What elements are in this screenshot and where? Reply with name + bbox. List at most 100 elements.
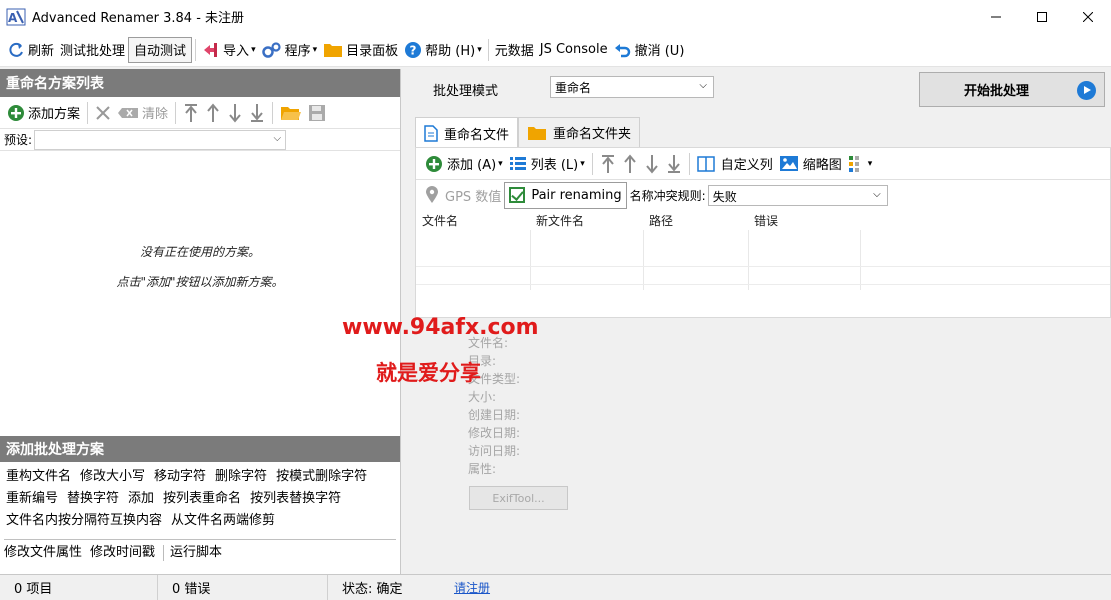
method-link[interactable]: 运行脚本 bbox=[170, 542, 222, 564]
clear-label: 清除 bbox=[142, 107, 169, 122]
add-method-button[interactable]: 添加方案 bbox=[4, 103, 83, 122]
method-link[interactable]: 替换字符 bbox=[67, 491, 119, 506]
image-icon bbox=[779, 156, 798, 171]
methods-toolbar: 添加方案 清除 bbox=[0, 97, 400, 129]
column-divider bbox=[748, 230, 749, 290]
preset-row: 预设: ⌵ bbox=[0, 129, 400, 151]
move-bottom-button[interactable] bbox=[246, 103, 268, 123]
method-link[interactable]: 按列表重命名 bbox=[163, 491, 241, 506]
method-link[interactable]: 删除字符 bbox=[215, 469, 267, 484]
save-preset-button[interactable] bbox=[305, 104, 329, 122]
method-link[interactable]: 重新编号 bbox=[6, 491, 58, 506]
import-label: 导入 bbox=[223, 44, 250, 59]
conflict-rule-dropdown[interactable]: 失败 ⌵ bbox=[707, 184, 888, 206]
js-console-label: JS Console bbox=[539, 42, 608, 57]
custom-columns-button[interactable]: 自定义列 bbox=[694, 154, 776, 173]
thumbnails-button[interactable]: 缩略图 bbox=[776, 154, 845, 173]
gps-values-label: GPS 数值 bbox=[445, 189, 502, 205]
status-state: 状态: 确定 bbox=[342, 582, 403, 597]
pair-renaming-toggle[interactable]: Pair renaming bbox=[504, 181, 627, 209]
method-link[interactable]: 修改时间戳 bbox=[90, 542, 155, 564]
undo-label: 撤消 (U) bbox=[634, 44, 685, 59]
help-button[interactable]: ? 帮助 (H) ▾ bbox=[401, 37, 485, 63]
batch-mode-dropdown[interactable]: 重命名 ⌵ bbox=[550, 76, 714, 98]
conflict-rule-label: 名称冲突规则: bbox=[629, 188, 706, 203]
info-modified-label: 修改日期: bbox=[468, 426, 521, 440]
undo-button[interactable]: 撤消 (U) bbox=[611, 37, 688, 63]
arrow-up-icon bbox=[623, 153, 636, 173]
files-move-up-button[interactable] bbox=[619, 153, 641, 174]
preset-dropdown[interactable]: ⌵ bbox=[34, 129, 287, 150]
row-divider bbox=[416, 284, 1110, 285]
close-button[interactable] bbox=[1065, 0, 1111, 33]
dropdown-arrow-icon: ▾ bbox=[251, 44, 256, 55]
files-move-down-button[interactable] bbox=[641, 154, 663, 174]
folder-icon bbox=[324, 44, 343, 57]
method-link[interactable]: 移动字符 bbox=[154, 469, 206, 484]
location-pin-icon bbox=[426, 186, 438, 203]
metadata-button[interactable]: 元数据 bbox=[492, 37, 537, 63]
start-batch-button[interactable]: 开始批处理 bbox=[919, 72, 1105, 107]
column-header-error[interactable]: 错误 bbox=[748, 212, 860, 229]
files-move-top-button[interactable] bbox=[597, 154, 619, 174]
tab-rename-files[interactable]: 重命名文件 bbox=[415, 117, 519, 148]
list-button[interactable]: 列表 (L) ▾ bbox=[506, 154, 588, 173]
method-row-3: 文件名内按分隔符互换内容 从文件名两端修剪 bbox=[6, 510, 394, 532]
gps-values-button[interactable]: GPS 数值 bbox=[422, 186, 504, 205]
delete-x-icon bbox=[96, 105, 110, 120]
method-link[interactable]: 文件名内按分隔符互换内容 bbox=[6, 513, 162, 528]
files-toolbar-secondary: GPS 数值 Pair renaming 名称冲突规则: 失败 ⌵ bbox=[416, 180, 1110, 210]
view-options-button[interactable]: ▾ bbox=[845, 155, 876, 173]
directory-panel-label: 目录面板 bbox=[346, 44, 399, 59]
register-link[interactable]: 请注册 bbox=[454, 579, 490, 596]
method-link[interactable]: 从文件名两端修剪 bbox=[171, 513, 275, 528]
list-label: 列表 (L) bbox=[530, 158, 579, 173]
add-files-button[interactable]: 添加 (A) ▾ bbox=[422, 154, 506, 173]
method-list-area[interactable]: 没有正在使用的方案。 点击"添加"按钮以添加新方案。 bbox=[0, 151, 400, 436]
row-divider bbox=[416, 266, 1110, 267]
checkmark-icon bbox=[509, 187, 526, 203]
move-down-button[interactable] bbox=[224, 103, 246, 123]
empty-method-message: 没有正在使用的方案。 bbox=[139, 245, 260, 259]
column-header-path[interactable]: 路径 bbox=[643, 212, 748, 229]
method-row-1: 重构文件名 修改大小写 移动字符 删除字符 按模式删除字符 bbox=[6, 466, 394, 488]
auto-test-toggle[interactable]: 自动测试 bbox=[128, 36, 193, 63]
file-list[interactable] bbox=[416, 230, 1110, 290]
window-title: Advanced Renamer 3.84 - 未注册 bbox=[32, 11, 245, 26]
preset-label: 预设: bbox=[4, 133, 33, 147]
method-link[interactable]: 按模式删除字符 bbox=[276, 469, 367, 484]
js-console-button[interactable]: JS Console bbox=[537, 37, 611, 63]
program-button[interactable]: 程序 ▾ bbox=[259, 37, 321, 63]
method-link[interactable]: 按列表替换字符 bbox=[250, 491, 341, 506]
clear-methods-button[interactable]: 清除 bbox=[114, 103, 171, 122]
watermark-url: www.94afx.com bbox=[342, 315, 539, 340]
test-batch-button[interactable]: 测试批处理 bbox=[57, 37, 128, 63]
column-header-filename[interactable]: 文件名 bbox=[416, 212, 530, 229]
move-top-button[interactable] bbox=[180, 103, 202, 123]
tab-rename-folders[interactable]: 重命名文件夹 bbox=[518, 117, 641, 147]
exiftool-button[interactable]: ExifTool... bbox=[469, 486, 568, 510]
directory-panel-button[interactable]: 目录面板 bbox=[320, 37, 401, 63]
move-up-button[interactable] bbox=[202, 102, 224, 123]
toolbar-divider bbox=[487, 38, 489, 61]
method-link[interactable]: 修改大小写 bbox=[80, 469, 145, 484]
import-button[interactable]: 导入 ▾ bbox=[199, 37, 259, 63]
maximize-button[interactable] bbox=[1019, 0, 1065, 33]
refresh-button[interactable]: 刷新 bbox=[4, 37, 57, 63]
toolbar-divider bbox=[195, 38, 197, 61]
column-header-new-filename[interactable]: 新文件名 bbox=[530, 212, 643, 229]
method-link[interactable]: 重构文件名 bbox=[6, 469, 71, 484]
method-link[interactable]: 修改文件属性 bbox=[4, 542, 82, 564]
file-info-panel: 文件名: 目录: 文件类型: 大小: 创建日期: 修改日期: 访问日期: 属性: bbox=[468, 334, 520, 478]
column-divider bbox=[860, 230, 861, 290]
status-items-count: 0 项目 bbox=[0, 575, 158, 600]
view-grid-icon bbox=[848, 155, 859, 172]
files-move-bottom-button[interactable] bbox=[663, 154, 685, 174]
dropdown-arrow-icon: ▾ bbox=[580, 158, 585, 169]
chevron-down-icon: ⌵ bbox=[699, 80, 707, 91]
method-link[interactable]: 添加 bbox=[128, 491, 154, 506]
remove-method-button[interactable] bbox=[92, 105, 114, 121]
svg-text:?: ? bbox=[410, 43, 417, 57]
minimize-button[interactable] bbox=[973, 0, 1019, 33]
open-preset-button[interactable] bbox=[277, 104, 305, 122]
